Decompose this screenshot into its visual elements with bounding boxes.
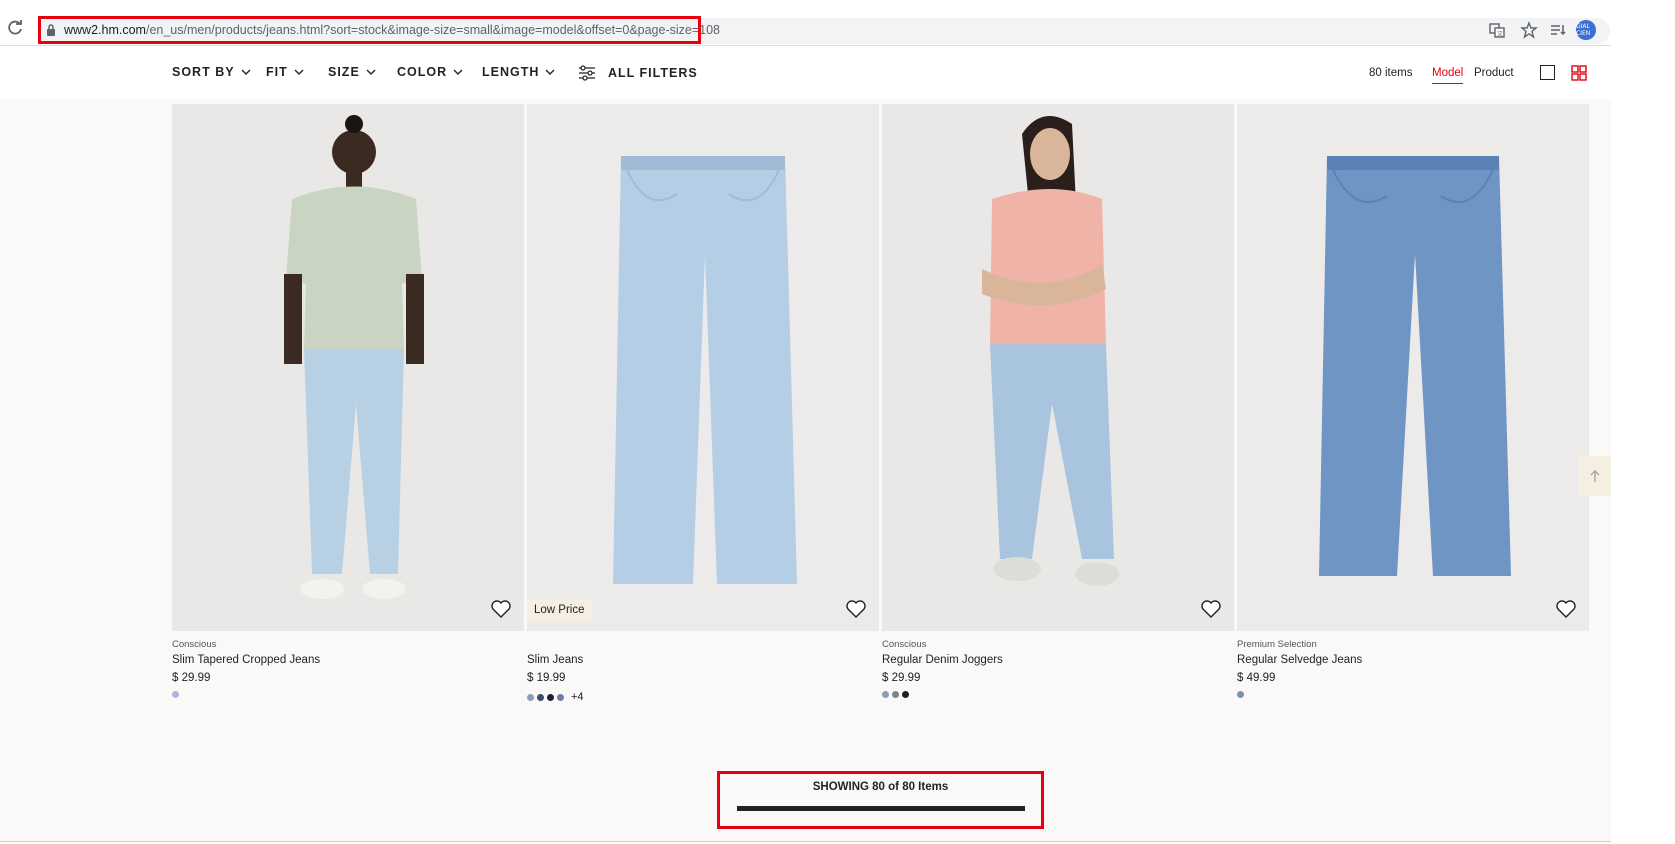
color-swatch[interactable]: [547, 693, 554, 701]
items-count: 80 items: [1369, 67, 1413, 79]
model-photo-illustration: [882, 104, 1234, 631]
product-title[interactable]: Slim Jeans: [527, 654, 879, 666]
product-title[interactable]: Regular Selvedge Jeans: [1237, 654, 1589, 666]
filter-label: SIZE: [328, 65, 360, 79]
product-card[interactable]: Conscious Slim Tapered Cropped Jeans $ 2…: [172, 104, 524, 698]
product-label: [527, 639, 879, 651]
color-swatches: [882, 691, 1234, 698]
color-swatch[interactable]: [892, 691, 899, 698]
bookmark-star-icon[interactable]: [1520, 21, 1538, 39]
product-image[interactable]: Low Price: [527, 104, 879, 631]
reload-icon[interactable]: [6, 19, 24, 37]
filter-length[interactable]: LENGTH: [482, 65, 555, 79]
product-label: Premium Selection: [1237, 639, 1317, 650]
reading-list-icon[interactable]: [1549, 21, 1567, 39]
color-swatch[interactable]: [1237, 691, 1244, 698]
product-card[interactable]: Conscious Regular Denim Joggers $ 29.99: [882, 104, 1234, 698]
filter-label: ALL FILTERS: [608, 66, 698, 80]
more-colors-count[interactable]: +4: [571, 691, 584, 703]
filter-all-filters[interactable]: ALL FILTERS: [578, 65, 698, 81]
single-column-view-icon[interactable]: [1540, 65, 1555, 80]
grid-view-icon[interactable]: [1571, 65, 1587, 81]
chevron-down-icon: [545, 69, 555, 75]
product-card[interactable]: Premium Selection Regular Selvedge Jeans…: [1237, 104, 1589, 698]
model-photo-illustration: [172, 104, 524, 631]
product-price: $ 19.99: [527, 672, 566, 684]
product-label: Conscious: [172, 639, 217, 650]
filter-fit[interactable]: FIT: [266, 65, 304, 79]
jeans-photo-illustration: [527, 104, 879, 631]
filter-label: COLOR: [397, 65, 448, 79]
favorite-heart-icon[interactable]: [490, 599, 512, 619]
filter-sliders-icon: [579, 65, 595, 81]
view-product-toggle[interactable]: Product: [1474, 67, 1514, 79]
jeans-photo-illustration: [1237, 104, 1589, 631]
product-title[interactable]: Slim Tapered Cropped Jeans: [172, 654, 524, 666]
profile-avatar[interactable]: GIAL CIEN: [1576, 20, 1596, 40]
color-swatch[interactable]: [557, 693, 564, 701]
chevron-down-icon: [453, 69, 463, 75]
favorite-heart-icon[interactable]: [1555, 599, 1577, 619]
favorite-heart-icon[interactable]: [1200, 599, 1222, 619]
filter-color[interactable]: COLOR: [397, 65, 463, 79]
color-swatches: +4: [527, 691, 879, 703]
chevron-down-icon: [294, 69, 304, 75]
bottom-divider: [0, 841, 1611, 842]
product-price: $ 29.99: [882, 672, 921, 684]
low-price-tag: Low Price: [527, 599, 592, 621]
chevron-down-icon: [366, 69, 376, 75]
avatar-text: GIAL CIEN: [1576, 23, 1591, 37]
product-card[interactable]: Low Price Slim Jeans $ 19.99 +4: [527, 104, 879, 703]
color-swatches: [172, 691, 524, 698]
svg-text:文: 文: [1497, 30, 1503, 38]
product-price: $ 29.99: [172, 672, 211, 684]
arrow-up-icon: [1590, 470, 1600, 482]
filter-label: SORT BY: [172, 65, 235, 79]
filter-label: LENGTH: [482, 65, 540, 79]
color-swatches: [1237, 691, 1589, 698]
translate-icon[interactable]: 文: [1488, 21, 1506, 39]
filter-sort-by[interactable]: SORT BY: [172, 65, 251, 79]
favorite-heart-icon[interactable]: [845, 599, 867, 619]
color-swatch[interactable]: [902, 691, 909, 698]
url-highlight-box: [38, 16, 701, 44]
showing-highlight-box: [717, 771, 1044, 829]
product-price: $ 49.99: [1237, 672, 1276, 684]
filter-label: FIT: [266, 65, 288, 79]
color-swatch[interactable]: [527, 693, 534, 701]
right-gutter: [1611, 0, 1675, 844]
color-swatch[interactable]: [537, 693, 544, 701]
filter-size[interactable]: SIZE: [328, 65, 376, 79]
product-image[interactable]: [882, 104, 1234, 631]
product-label: Conscious: [882, 639, 927, 650]
color-swatch[interactable]: [882, 691, 889, 698]
product-title[interactable]: Regular Denim Joggers: [882, 654, 1234, 666]
view-model-toggle[interactable]: Model: [1432, 67, 1464, 84]
scroll-to-top-button[interactable]: [1579, 456, 1611, 496]
color-swatch[interactable]: [172, 691, 179, 698]
chevron-down-icon: [241, 69, 251, 75]
product-image[interactable]: [1237, 104, 1589, 631]
product-image[interactable]: [172, 104, 524, 631]
